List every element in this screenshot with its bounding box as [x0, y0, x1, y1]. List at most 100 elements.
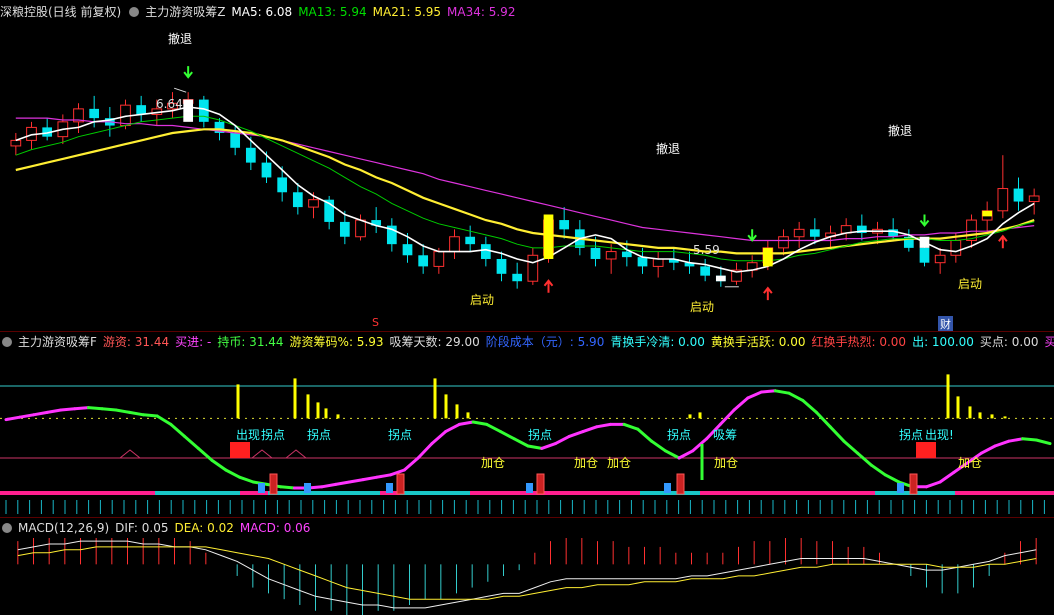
flow-line-segment	[773, 389, 791, 395]
flow-line-segment	[114, 408, 132, 414]
youzi-value: 游资: 31.44	[102, 335, 170, 349]
candle-body	[89, 108, 100, 119]
candle-body	[277, 177, 288, 193]
days-value: 吸筹天数: 29.00	[389, 335, 480, 349]
candle-body	[621, 251, 632, 258]
ma34-value: MA34: 5.92	[447, 5, 516, 19]
flow-line-segment	[856, 451, 873, 467]
flow-line-segment	[567, 430, 585, 438]
down-arrow-icon	[747, 229, 757, 242]
start-label: 启动	[958, 277, 983, 291]
candle-body	[136, 105, 147, 115]
candle-body	[559, 220, 570, 230]
flow-line-segment	[746, 390, 764, 400]
indicator-toggle-icon[interactable]	[129, 7, 140, 17]
launch-candle	[982, 210, 993, 217]
yellow-spike	[946, 374, 950, 419]
red-block	[230, 442, 250, 458]
flow-line-segment	[416, 442, 434, 460]
candle-body	[793, 228, 805, 238]
red-block	[916, 442, 936, 458]
yellow-spike	[698, 412, 702, 419]
flow-line-segment	[375, 473, 393, 479]
flow-line-segment	[663, 449, 681, 460]
dea-value: DEA: 0.02	[174, 521, 234, 535]
flow-line-segment	[361, 475, 379, 482]
flow-line-segment	[238, 475, 255, 484]
down-arrow-icon	[919, 214, 930, 228]
flow-line-segment	[842, 439, 860, 455]
flow-line-segment	[650, 439, 667, 453]
ma21-value: MA21: 5.95	[372, 5, 442, 19]
flow-line-segment	[993, 439, 1011, 448]
flow-line-segment	[334, 480, 351, 486]
retreat-candle	[919, 236, 930, 248]
blue-marker	[258, 483, 265, 493]
candle-body	[355, 219, 366, 238]
s-signal-mark: S	[372, 316, 379, 329]
yellow-spike	[293, 378, 297, 419]
baseline-band-cyan	[268, 491, 380, 495]
flow-line-segment	[732, 396, 750, 412]
panel3-header: MACD(12,26,9) DIF: 0.05 DEA: 0.02 MACD: 0.0…	[0, 518, 316, 538]
indicator-toggle-icon[interactable]	[2, 523, 12, 533]
candle-body	[402, 244, 413, 256]
small-peak	[119, 449, 141, 459]
indicator-name[interactable]: 主力游资吸筹Z	[145, 5, 225, 19]
yellow-spike	[444, 394, 448, 419]
retreat-label: 撤退	[656, 142, 681, 156]
flow-line-segment	[622, 422, 640, 431]
flow-line-segment	[45, 408, 63, 414]
panel2-header: 主力游资吸筹F 游资: 31.44 买进: - 持币: 31.44 游资筹码%: 5.9…	[0, 332, 1054, 352]
chibi-value: 持币: 31.44	[217, 335, 284, 349]
yellow-spike	[956, 396, 960, 419]
stock-title[interactable]: 深粮控股(日线 前复权)	[0, 5, 121, 19]
yellow-spike	[1003, 416, 1007, 419]
chuxian-label: 出现!	[925, 428, 954, 442]
chouma-value: 游资筹码%: 5.93	[289, 335, 384, 349]
panel1-header: 深粮控股(日线 前复权) 主力游资吸筹Z MA5: 6.08 MA13: 5.94 MA…	[0, 2, 521, 22]
flow-indicator-chart[interactable]	[0, 352, 1054, 516]
candle-body	[605, 251, 617, 260]
flow-line-segment	[553, 434, 571, 446]
guaidian-label: 拐点	[899, 428, 924, 442]
chu-value: 出: 100.00	[912, 335, 974, 349]
flow-line-segment	[814, 410, 832, 429]
flow-line-segment	[73, 406, 90, 411]
mairu-value: 买进: -	[175, 335, 212, 349]
flow-line-segment	[471, 420, 489, 426]
flow-line-segment	[499, 430, 516, 441]
red-marker	[676, 473, 685, 495]
candle-body	[778, 236, 789, 249]
macd-chart[interactable]	[0, 538, 1054, 615]
dif-value: DIF: 0.05	[115, 521, 169, 535]
up-arrow-icon	[998, 234, 1008, 249]
candle-body	[433, 251, 445, 267]
flow-line-segment	[801, 398, 818, 414]
macd-name[interactable]: MACD(12,26,9)	[18, 521, 109, 535]
finance-mark[interactable]: 财	[938, 316, 953, 332]
flow-line-segment	[691, 437, 709, 453]
panel2-name[interactable]: 主力游资吸筹F	[18, 335, 97, 349]
huang-value: 黄换手活跃: 0.00	[710, 335, 806, 349]
flow-line-segment	[979, 444, 997, 455]
flow-line-segment	[224, 468, 242, 479]
blue-marker	[664, 483, 671, 493]
candle-body	[590, 247, 601, 259]
guaidian-label: 拐点	[528, 428, 553, 442]
yellow-spike	[968, 406, 972, 419]
macd-value: MACD: 0.06	[239, 521, 311, 535]
yellow-spike	[466, 412, 470, 419]
candle-body	[919, 247, 930, 263]
indicator-toggle-icon[interactable]	[2, 337, 12, 347]
candle-body	[950, 239, 962, 256]
flow-line-segment	[279, 485, 296, 490]
candlestick-chart[interactable]	[0, 22, 1054, 330]
candle-body	[308, 199, 319, 208]
yellow-spike	[978, 412, 982, 419]
high-mark-pointer	[174, 87, 187, 93]
red-marker	[396, 473, 405, 495]
jiacang-label: 加仓	[607, 456, 632, 470]
candle-body	[449, 236, 460, 253]
retreat-label: 撤退	[168, 32, 193, 46]
